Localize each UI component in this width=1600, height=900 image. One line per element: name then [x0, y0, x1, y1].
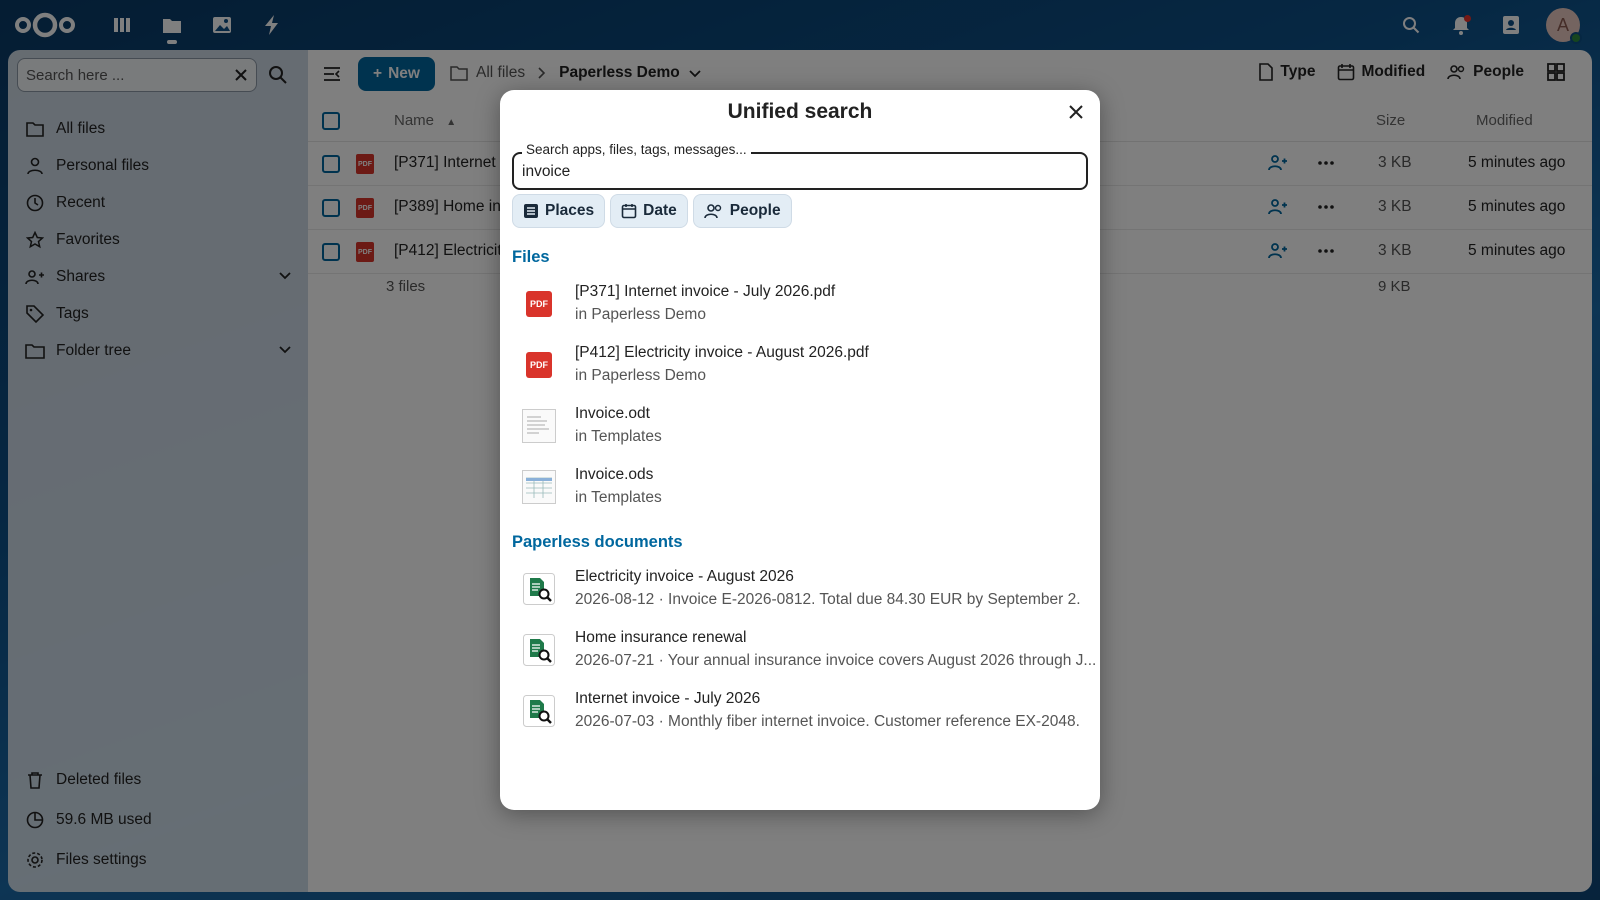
search-result-paperless[interactable]: Electricity invoice - August 2026 2026-0… — [512, 562, 1092, 620]
search-result-paperless[interactable]: Internet invoice - July 2026 2026-07-03 … — [512, 684, 1092, 742]
result-title: [P371] Internet invoice - July 2026.pdf — [575, 283, 836, 300]
files-section-title: Files — [512, 248, 550, 266]
unified-search-dialog: Unified search Search apps, files, tags,… — [500, 90, 1100, 810]
result-title: Internet invoice - July 2026 — [575, 690, 761, 707]
result-subtitle: in Paperless Demo — [575, 306, 706, 323]
result-subtitle: 2026-08-12 · Invoice E-2026-0812. Total … — [575, 591, 1081, 608]
search-result-file[interactable]: Invoice.ods in Templates — [512, 460, 1092, 518]
search-result-file[interactable]: Invoice.odt in Templates — [512, 399, 1092, 457]
unified-search-input[interactable] — [522, 163, 1072, 181]
dialog-title: Unified search — [727, 100, 873, 123]
document-search-icon — [522, 694, 556, 728]
document-search-icon — [522, 572, 556, 606]
result-title: Electricity invoice - August 2026 — [575, 568, 794, 585]
date-filter-label: Date — [643, 202, 677, 219]
pdf-icon: PDF — [522, 287, 556, 321]
result-title: Invoice.ods — [575, 466, 654, 483]
result-title: [P412] Electricity invoice - August 2026… — [575, 344, 869, 361]
places-filter-button[interactable]: Places — [512, 194, 606, 228]
list-icon — [524, 204, 538, 218]
pdf-icon: PDF — [522, 348, 556, 382]
search-result-file[interactable]: PDF [P371] Internet invoice - July 2026.… — [512, 277, 1092, 335]
result-subtitle: in Paperless Demo — [575, 367, 706, 384]
paperless-section-title: Paperless documents — [512, 533, 683, 551]
close-icon[interactable] — [1064, 100, 1088, 124]
places-filter-label: Places — [545, 202, 595, 219]
search-field-label: Search apps, files, tags, messages... — [522, 142, 751, 157]
search-field: Search apps, files, tags, messages... — [512, 142, 1088, 190]
document-thumbnail-icon — [522, 409, 556, 443]
date-filter-button[interactable]: Date — [610, 194, 688, 228]
search-result-paperless[interactable]: Home insurance renewal 2026-07-21 · Your… — [512, 623, 1096, 681]
result-title: Home insurance renewal — [575, 629, 747, 646]
people-filter-label: People — [729, 202, 781, 219]
people-icon — [703, 204, 721, 219]
calendar-icon — [621, 204, 637, 219]
result-subtitle: 2026-07-03 · Monthly fiber internet invo… — [575, 713, 1080, 730]
result-title: Invoice.odt — [575, 405, 650, 422]
search-filter-chips: Places Date People — [512, 194, 792, 228]
search-result-file[interactable]: PDF [P412] Electricity invoice - August … — [512, 338, 1092, 396]
result-subtitle: in Templates — [575, 428, 662, 445]
result-subtitle: in Templates — [575, 489, 662, 506]
document-search-icon — [522, 633, 556, 667]
spreadsheet-thumbnail-icon — [522, 470, 556, 504]
result-subtitle: 2026-07-21 · Your annual insurance invoi… — [575, 652, 1097, 669]
people-filter-button[interactable]: People — [692, 194, 792, 228]
